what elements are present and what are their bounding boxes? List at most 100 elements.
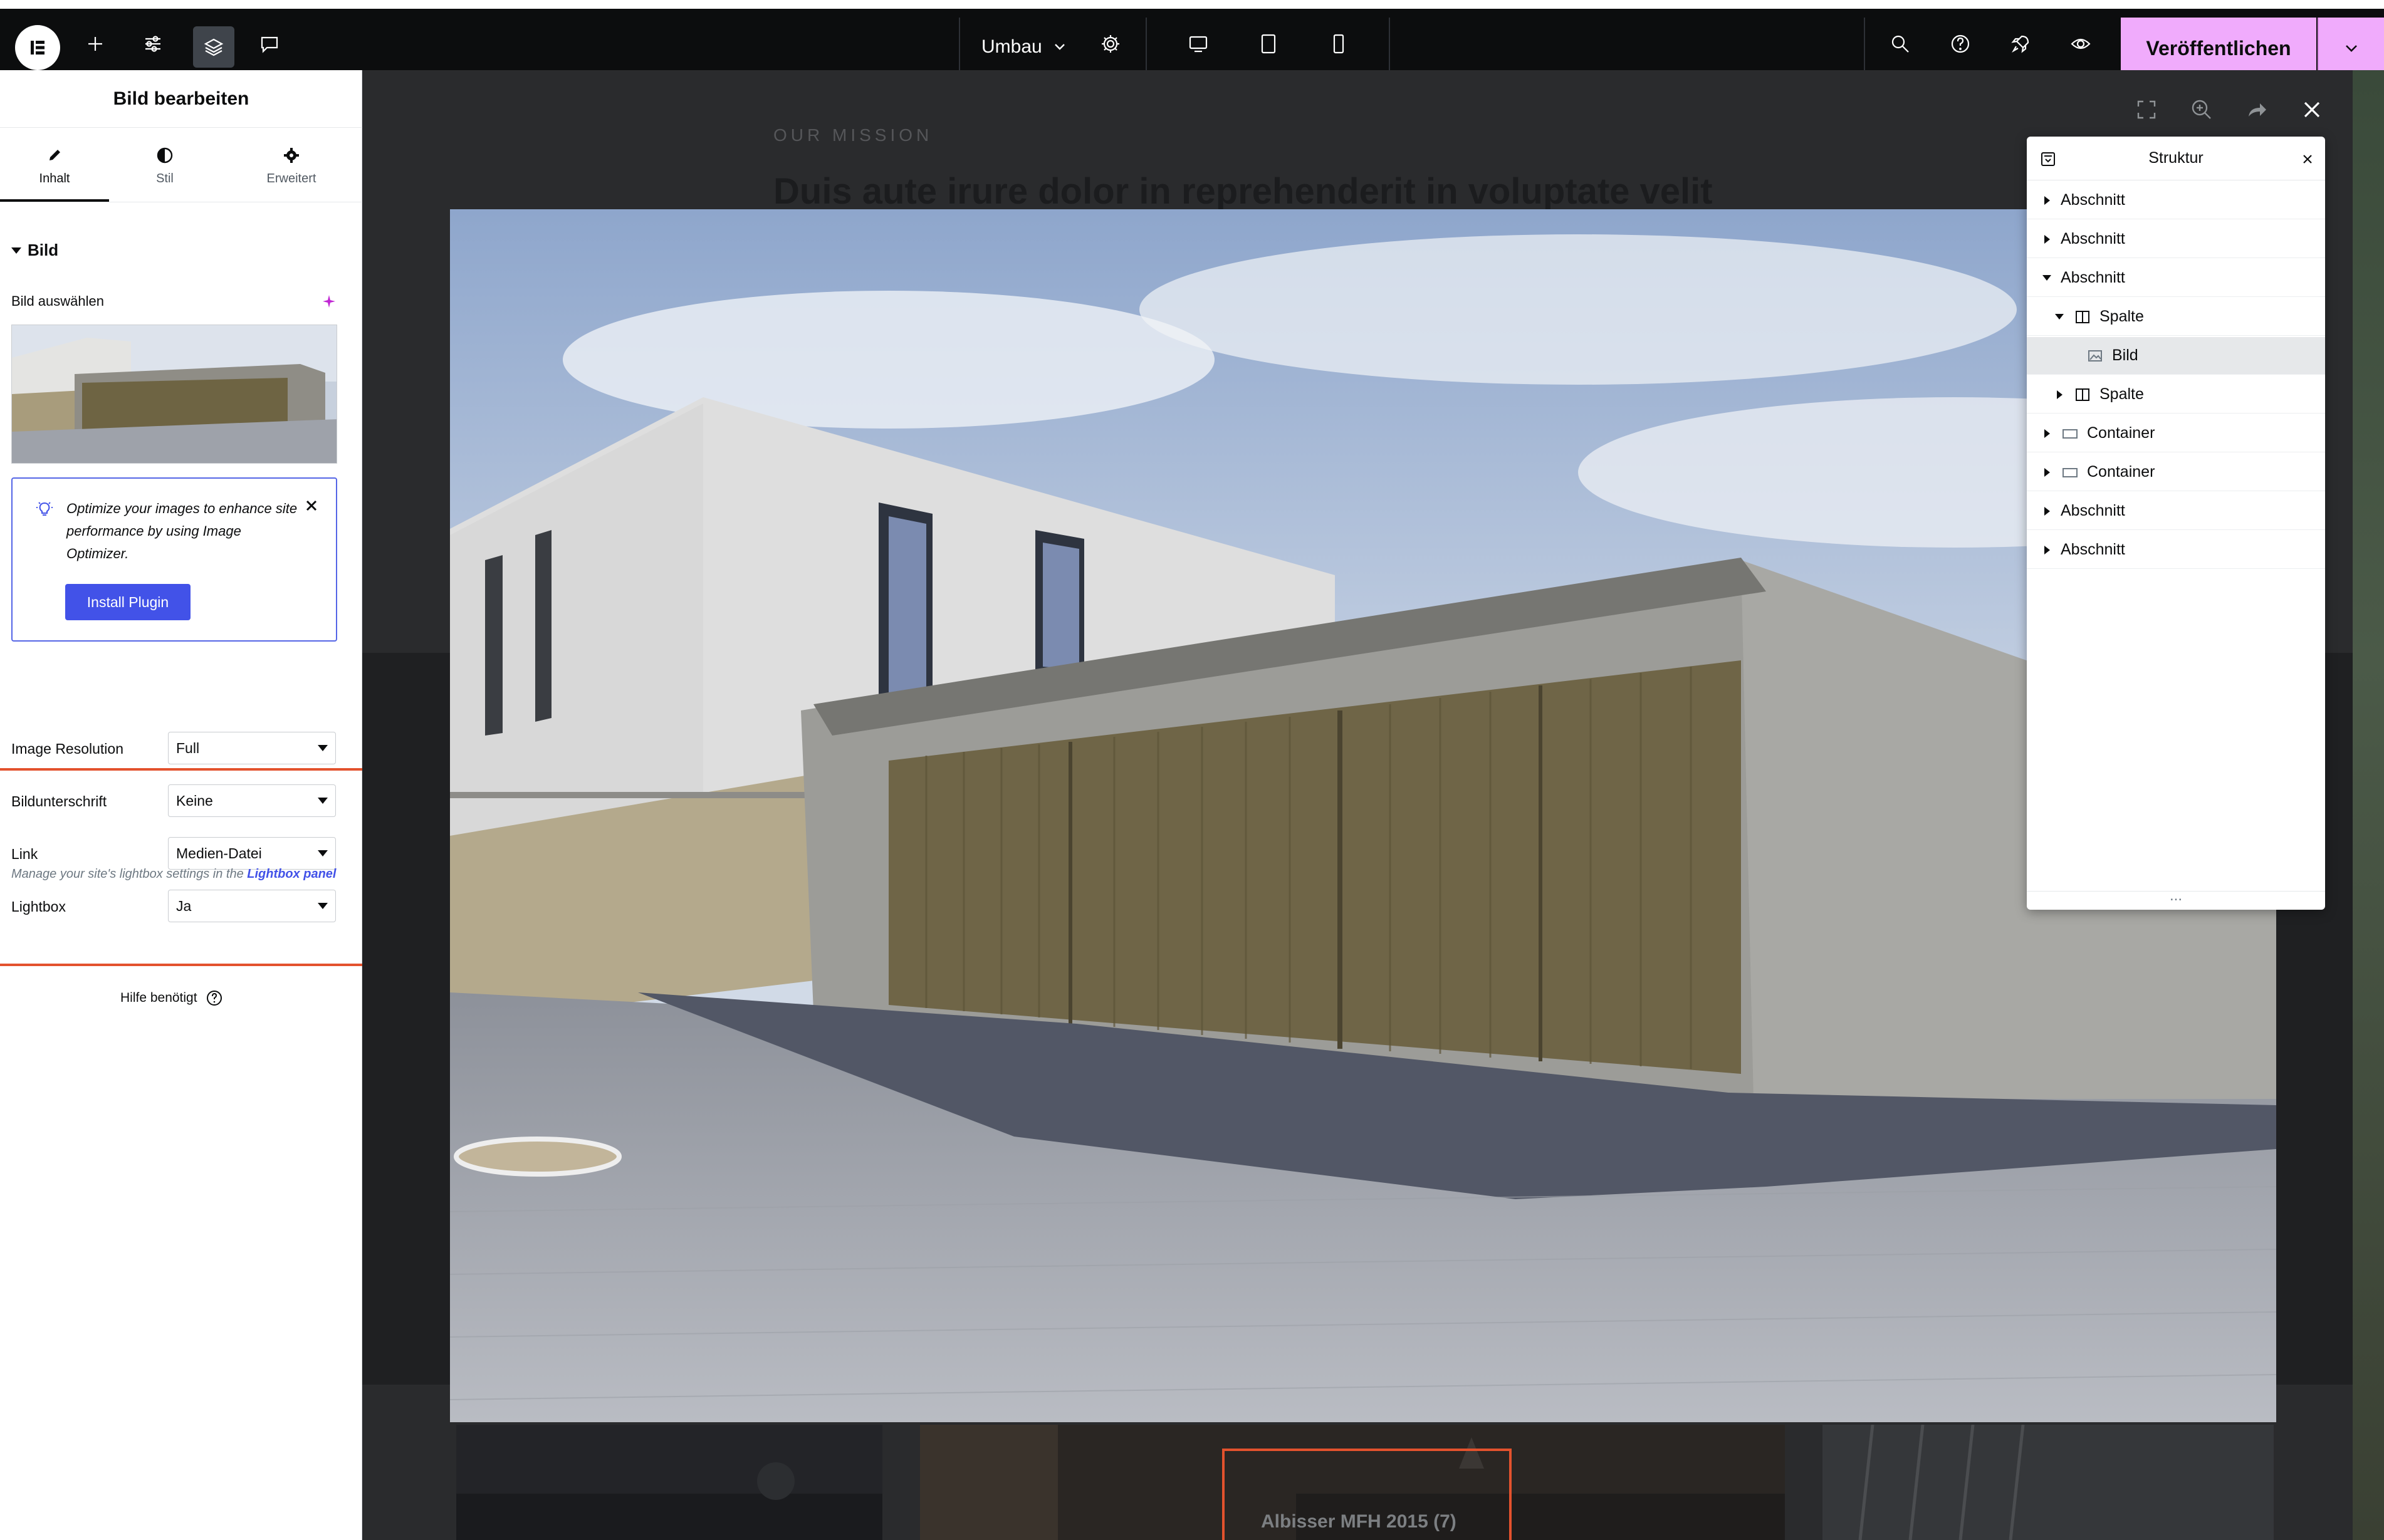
navigator-title: Struktur [2148,149,2204,167]
navigator-item-label: Container [2087,463,2155,481]
tab-label: Stil [156,172,174,185]
navigator-item-label: Spalte [2099,385,2144,403]
close-lightbox-icon[interactable] [2298,95,2326,124]
close-icon[interactable] [301,495,322,516]
navigator-item-label: Abschnitt [2061,191,2125,209]
tablet-device-icon[interactable] [1255,30,1282,58]
caret-right-icon[interactable] [2053,388,2066,401]
image-resolution-label: Image Resolution [11,741,123,757]
navigator-item-bild[interactable]: Bild [2027,337,2325,375]
caret-right-icon[interactable] [2041,505,2053,518]
page-settings-gear-icon[interactable] [1097,30,1124,58]
question-circle-icon [206,991,222,1006]
image-optimizer-notice: Optimize your images to enhance site per… [11,477,337,642]
thumbnail-photo [12,325,337,463]
section-toggle-image[interactable]: Bild [11,241,58,260]
caret-right-icon[interactable] [2041,194,2053,207]
help-icon[interactable] [1947,30,1974,58]
tab-content[interactable]: Inhalt [1,140,108,200]
comments-icon[interactable] [256,30,283,58]
structure-layers-icon[interactable] [193,26,234,68]
image-resolution-select[interactable]: Full [168,732,336,764]
add-element-icon[interactable] [81,30,109,58]
navigator-item-abschnitt[interactable]: Abschnitt [2027,492,2325,530]
chevron-down-icon[interactable] [1050,38,1069,56]
container-icon [2061,424,2087,443]
navigator-item-abschnitt[interactable]: Abschnitt [2027,182,2325,219]
whats-new-rocket-icon[interactable] [2007,30,2034,58]
navigator-item-label: Container [2087,424,2155,442]
navigator-item-label: Abschnitt [2061,541,2125,558]
tab-label: Erweitert [266,172,316,185]
navigator-item-abschnitt[interactable]: Abschnitt [2027,221,2325,258]
site-settings-icon[interactable] [139,30,167,58]
help-link[interactable]: Hilfe benötigt [120,989,224,1007]
background-image-strip [2353,70,2384,1540]
lightbox-image[interactable] [450,209,2276,1422]
mobile-device-icon[interactable] [1325,30,1352,58]
navigator-item-spalte[interactable]: Spalte [2027,376,2325,414]
search-icon[interactable] [1886,30,1914,58]
tab-advanced[interactable]: Erweitert [238,140,345,200]
caret-right-icon[interactable] [2041,427,2053,440]
caret-down-icon[interactable] [2053,311,2066,323]
close-icon[interactable] [2300,152,2315,167]
fullscreen-icon[interactable] [2132,95,2161,124]
annotation-highlight-box [1222,1449,1512,1540]
navigator-item-label: Bild [2112,346,2138,364]
preview-eye-icon[interactable] [2067,30,2094,58]
navigator-item-label: Spalte [2099,308,2144,325]
navigator-item-label: Abschnitt [2061,230,2125,247]
document-title[interactable]: Umbau [981,36,1042,58]
section-heading: Duis aute irure dolor in reprehenderit i… [773,171,1713,212]
section-title: Bild [28,241,59,259]
tab-label: Inhalt [39,172,70,185]
navigator-item-label: Abschnitt [2061,269,2125,286]
navigator-item-container[interactable]: Container [2027,415,2325,452]
caret-placeholder [2066,350,2078,362]
editor-panel: Bild bearbeiten Inhalt Stil Erweitert Bi… [0,70,372,1540]
caret-down-icon [318,745,328,751]
annotation-highlight-box [0,768,372,966]
caret-right-icon[interactable] [2041,233,2053,246]
panel-title: Bild bearbeiten [0,70,362,128]
ai-sparkle-icon[interactable] [321,293,337,310]
navigator-resize-handle[interactable]: ... [2027,888,2325,910]
select-value: Full [176,739,200,756]
notice-text: Optimize your images to enhance site per… [66,501,298,561]
desktop-device-icon[interactable] [1184,30,1212,58]
gear-icon [284,148,299,163]
navigator-item-abschnitt[interactable]: Abschnitt [2027,259,2325,297]
share-arrow-icon[interactable] [2242,95,2271,124]
navigator-header: Struktur [2027,137,2325,180]
choose-image-label: Bild auswählen [11,293,104,309]
top-bar: Umbau Veröffentlichen [0,0,2384,79]
column-icon [2073,385,2099,404]
elementor-logo-icon[interactable] [15,25,60,70]
garage-photo [450,209,2276,1422]
image-icon [2086,346,2112,365]
install-plugin-button[interactable]: Install Plugin [65,584,191,620]
navigator-item-abschnitt[interactable]: Abschnitt [2027,531,2325,569]
preview-canvas: OUR MISSION Duis aute irure dolor in rep… [362,70,2384,1540]
contrast-icon [157,147,173,164]
gallery-thumbnail[interactable] [456,1425,882,1540]
caret-down-icon[interactable] [2041,272,2053,284]
caret-down-icon [11,247,21,254]
caret-right-icon[interactable] [2041,466,2053,479]
pencil-icon [50,150,60,160]
gallery-thumbnail[interactable] [1822,1425,2274,1540]
help-label: Hilfe benötigt [120,991,197,1005]
tab-style[interactable]: Stil [112,140,218,200]
zoom-in-icon[interactable] [2187,95,2216,124]
column-icon [2073,308,2099,326]
navigator-item-label: Abschnitt [2061,502,2125,519]
thumbnail-photo [1822,1425,2274,1540]
navigator-item-container[interactable]: Container [2027,454,2325,491]
navigator-item-spalte[interactable]: Spalte [2027,298,2325,336]
section-eyebrow: OUR MISSION [773,125,933,145]
structure-navigator: Struktur Abschnitt Abschnitt Abschnitt Spal… [2027,137,2325,910]
container-icon [2061,463,2087,482]
caret-right-icon[interactable] [2041,544,2053,556]
image-preview-thumbnail[interactable] [11,325,337,464]
